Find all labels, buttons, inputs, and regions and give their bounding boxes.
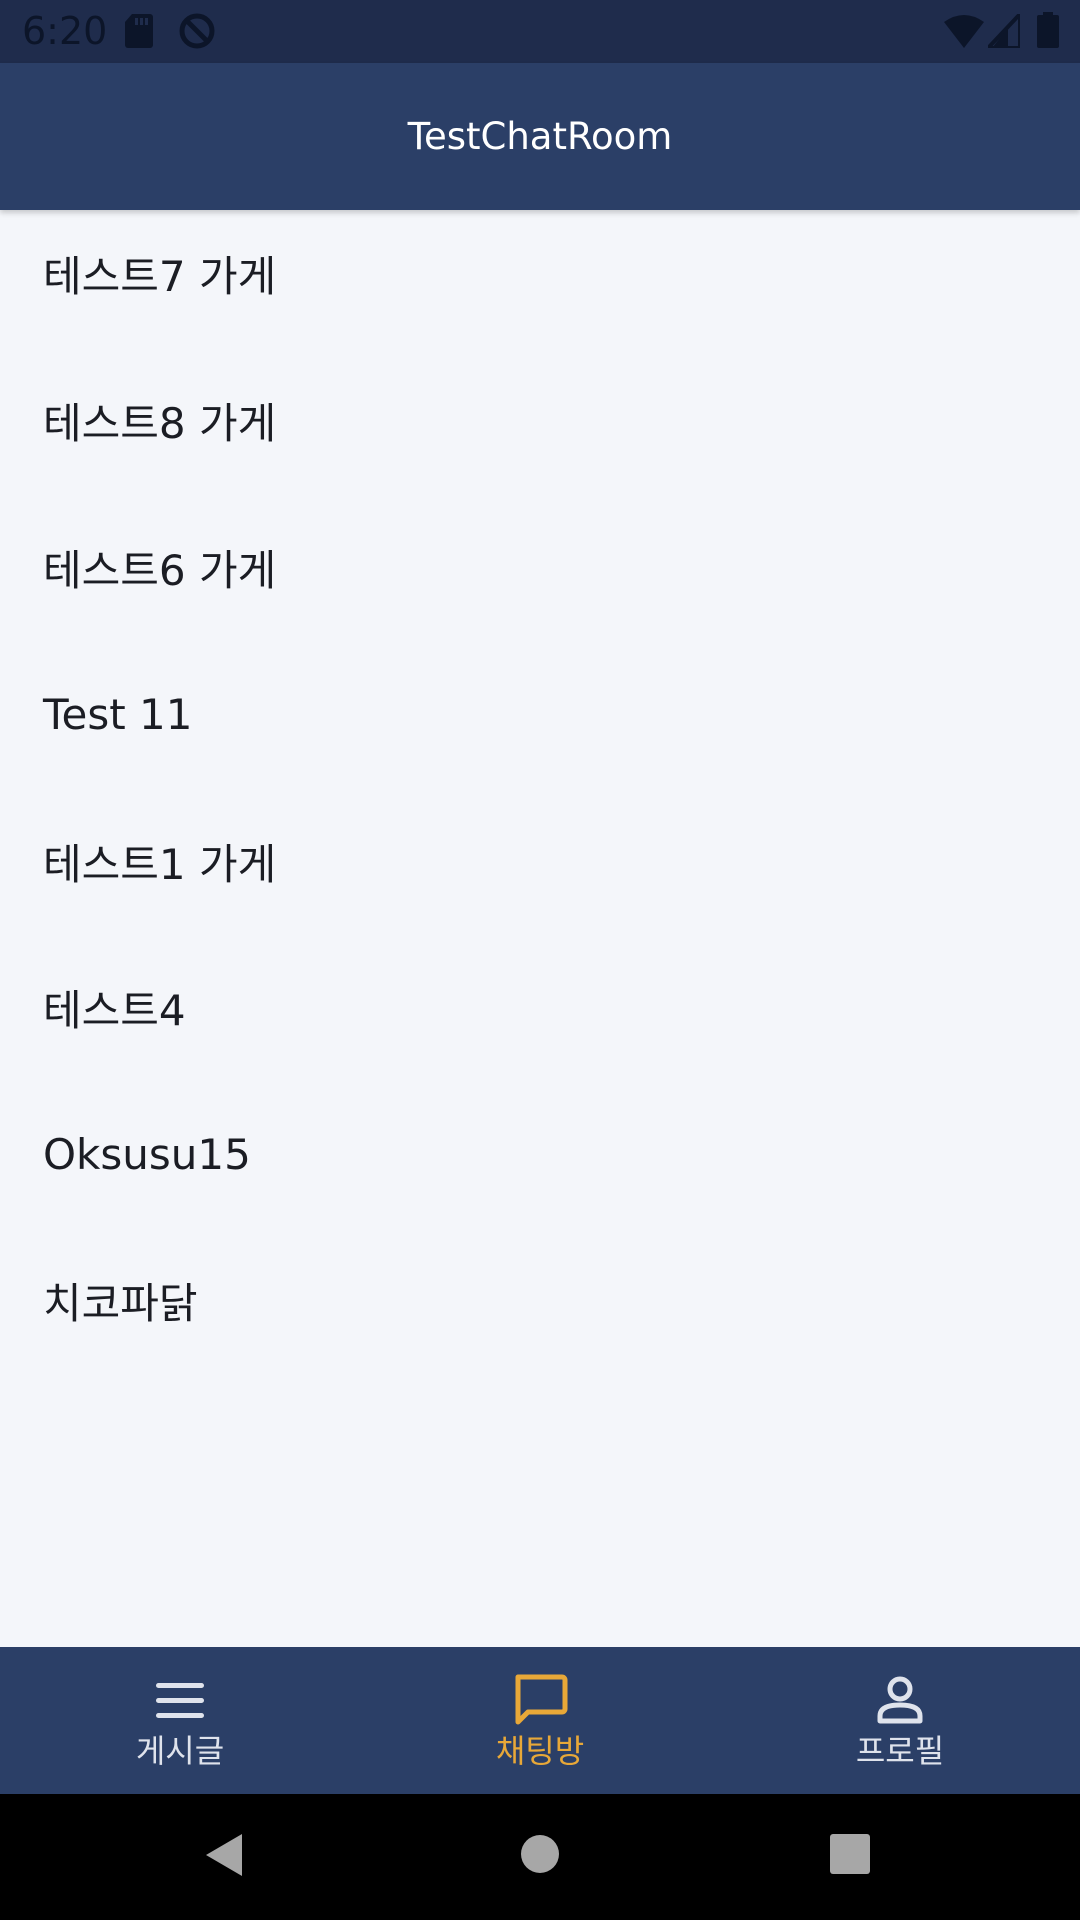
home-icon[interactable] <box>520 1834 560 1874</box>
bottom-nav: 게시글 채팅방 프로필 <box>0 1647 1080 1794</box>
chat-room-name: 테스트6 가게 <box>43 546 277 595</box>
back-icon[interactable] <box>204 1832 244 1878</box>
app-bar: TestChatRoom <box>0 63 1080 210</box>
nav-item-posts[interactable]: 게시글 <box>0 1647 360 1794</box>
chat-room-item[interactable]: 테스트8 가게 <box>0 369 1080 479</box>
status-time: 6:20 <box>22 9 108 53</box>
person-icon <box>877 1676 923 1724</box>
chat-room-name: 테스트8 가게 <box>43 399 277 448</box>
nav-item-profile[interactable]: 프로필 <box>720 1647 1080 1794</box>
chat-room-item[interactable]: 테스트6 가게 <box>0 516 1080 626</box>
menu-icon <box>156 1683 204 1718</box>
chat-room-item[interactable]: 테스트7 가게 <box>0 222 1080 332</box>
chat-room-name: 테스트7 가게 <box>43 252 277 301</box>
chat-room-item[interactable]: 치코파닭 <box>0 1249 1080 1359</box>
chat-room-name: Test 11 <box>43 690 193 739</box>
battery-icon <box>1037 12 1059 48</box>
chat-room-name: 테스트4 <box>43 986 186 1035</box>
nav-label-posts: 게시글 <box>135 1732 225 1770</box>
chat-room-name: 치코파닭 <box>43 1279 198 1328</box>
cell-signal-icon <box>988 14 1020 48</box>
system-nav-bar <box>0 1794 1080 1920</box>
recents-icon[interactable] <box>830 1834 870 1874</box>
sd-card-icon <box>125 14 153 48</box>
chat-room-item[interactable]: Oksusu15 <box>0 1100 1080 1210</box>
nav-label-chat: 채팅방 <box>495 1732 585 1770</box>
sync-disabled-icon <box>179 13 215 49</box>
chat-room-item[interactable]: 테스트1 가게 <box>0 810 1080 920</box>
nav-label-profile: 프로필 <box>855 1732 945 1770</box>
wifi-icon <box>944 15 984 48</box>
chat-room-item[interactable]: Test 11 <box>0 660 1080 770</box>
chat-room-name: Oksusu15 <box>43 1130 251 1179</box>
nav-item-chat[interactable]: 채팅방 <box>360 1647 720 1794</box>
chat-icon <box>515 1674 568 1725</box>
page-title: TestChatRoom <box>407 115 673 158</box>
status-bar: 6:20 <box>0 0 1080 63</box>
chat-room-item[interactable]: 테스트4 <box>0 956 1080 1066</box>
chat-room-name: 테스트1 가게 <box>43 840 277 889</box>
